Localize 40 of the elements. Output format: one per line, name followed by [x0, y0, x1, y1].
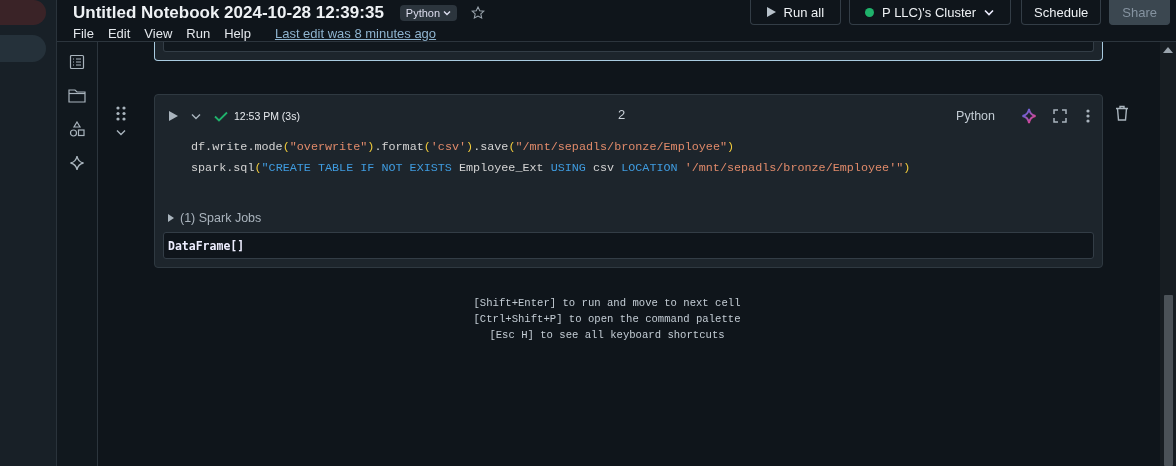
chevron-down-icon[interactable] — [116, 129, 126, 136]
more-options-icon[interactable] — [1086, 109, 1090, 123]
keyboard-hint: [Shift+Enter] to run and move to next cell — [473, 297, 741, 309]
code-line: df.write.mode("overwrite").format('csv').save("/mnt/sepadls/bronze/Employee") — [191, 139, 735, 156]
caret-icon — [443, 8, 452, 17]
menu-item[interactable]: Run — [186, 25, 211, 41]
assistant-sparkle-icon[interactable] — [1021, 108, 1037, 124]
play-icon[interactable] — [169, 111, 178, 121]
scrollbar-thumb[interactable] — [1163, 295, 1173, 466]
menu-item[interactable]: File — [73, 25, 94, 41]
sparkle-icon[interactable] — [69, 155, 85, 171]
trash-icon[interactable] — [1115, 105, 1129, 121]
chevron-down-icon — [984, 8, 995, 16]
chevron-down-icon[interactable] — [191, 112, 201, 120]
cell-output: DataFrame[] — [163, 232, 1094, 259]
scroll-up-arrow-icon[interactable] — [1163, 46, 1173, 53]
star-icon[interactable] — [471, 5, 486, 20]
cell-number: 2 — [618, 107, 626, 122]
run-all-button[interactable]: Run all — [749, 0, 842, 25]
notebook-cell[interactable] — [154, 94, 1103, 268]
menu-item[interactable]: Edit — [107, 25, 131, 41]
keyboard-hint: [Ctrl+Shift+P] to open the command palette — [473, 313, 741, 325]
language-dropdown[interactable]: Python — [399, 4, 458, 21]
cell-language-label[interactable]: Python — [956, 109, 995, 123]
last-edit-link[interactable]: Last edit was 8 minutes ago — [274, 25, 437, 41]
keyboard-hint: [Esc H] to see all keyboard shortcuts — [489, 329, 725, 341]
cluster-dropdown[interactable]: P LLC)'s Cluster — [849, 0, 1012, 25]
menu-item[interactable]: Help — [224, 25, 251, 41]
schedule-button[interactable]: Schedule — [1021, 0, 1102, 25]
shapes-icon[interactable] — [69, 121, 85, 137]
spark-jobs-toggle[interactable]: (1) Spark Jobs — [155, 204, 262, 226]
play-icon — [766, 7, 776, 17]
table-of-contents-icon[interactable] — [69, 54, 85, 70]
code-line: spark.sql("CREATE TABLE IF NOT EXISTS Employee_Ext USING csv LOCATION '/mnt/sepadls/bronze/Employee'") — [191, 160, 911, 177]
fullscreen-icon[interactable] — [1053, 109, 1067, 123]
folder-icon[interactable] — [68, 88, 86, 103]
drag-handle-icon[interactable] — [116, 106, 126, 121]
notebook-title[interactable]: Untitled Notebook 2024-10-28 12:39:35 — [73, 2, 384, 23]
menu-item[interactable]: View — [144, 25, 173, 41]
run-time-label: 12:53 PM (3s) — [234, 110, 300, 122]
